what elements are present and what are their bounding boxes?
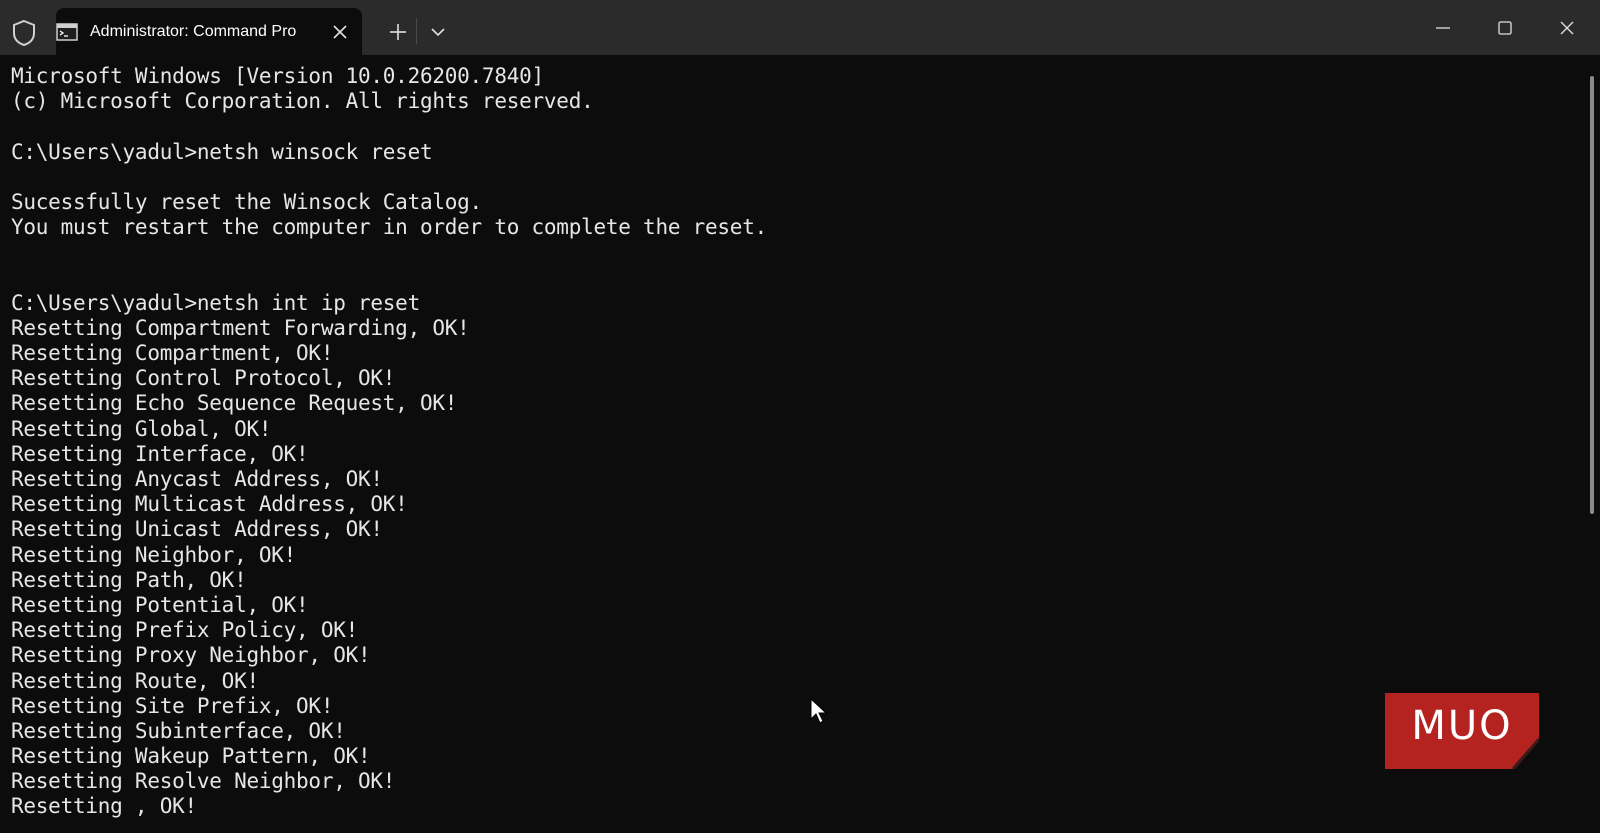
terminal-line: Resetting Unicast Address, OK! bbox=[11, 517, 383, 542]
terminal-line: Resetting Interface, OK! bbox=[11, 441, 309, 466]
close-icon bbox=[1560, 21, 1574, 35]
terminal-line: Resetting Path, OK! bbox=[11, 567, 247, 592]
watermark-logo: MUO bbox=[1385, 693, 1539, 769]
terminal-line: Resetting Proxy Neighbor, OK! bbox=[11, 643, 371, 668]
maximize-button[interactable] bbox=[1474, 0, 1536, 55]
terminal-output[interactable]: Microsoft Windows [Version 10.0.26200.78… bbox=[11, 64, 1551, 833]
terminal-line: Resetting Compartment, OK! bbox=[11, 341, 334, 366]
terminal-line: Resetting Subinterface, OK! bbox=[11, 718, 346, 743]
terminal-line: Resetting Site Prefix, OK! bbox=[11, 693, 334, 718]
terminal-line: Resetting Prefix Policy, OK! bbox=[11, 618, 359, 643]
maximize-icon bbox=[1498, 21, 1512, 35]
title-bar[interactable]: Administrator: Command Pro bbox=[0, 0, 1600, 55]
terminal-line: Resetting Control Protocol, OK! bbox=[11, 366, 396, 391]
terminal-line: Resetting Anycast Address, OK! bbox=[11, 467, 383, 491]
terminal-line: Resetting Wakeup Pattern, OK! bbox=[11, 744, 371, 769]
terminal-line: Resetting Resolve Neighbor, OK! bbox=[11, 769, 396, 794]
terminal-line: Resetting Multicast Address, OK! bbox=[11, 492, 408, 517]
terminal-line: Resetting Echo Sequence Request, OK! bbox=[11, 391, 458, 416]
logo-slash-icon bbox=[1511, 738, 1539, 769]
close-icon[interactable] bbox=[332, 24, 348, 40]
terminal-line: Resetting Global, OK! bbox=[11, 416, 272, 441]
terminal-line: Resetting Compartment Forwarding, OK! bbox=[11, 315, 470, 340]
tab-command-prompt[interactable]: Administrator: Command Pro bbox=[56, 8, 362, 55]
command-prompt-icon bbox=[56, 23, 78, 41]
terminal-line: Resetting Route, OK! bbox=[11, 668, 259, 693]
tab-divider bbox=[416, 18, 417, 44]
terminal-line: Microsoft Windows [Version 10.0.26200.78… bbox=[11, 64, 544, 88]
chevron-down-icon[interactable] bbox=[430, 26, 446, 38]
mouse-pointer-icon bbox=[810, 697, 828, 724]
terminal-line: C:\Users\yadul>netsh winsock reset bbox=[11, 139, 433, 164]
plus-icon[interactable] bbox=[388, 22, 408, 42]
minimize-button[interactable] bbox=[1412, 0, 1474, 55]
terminal-line: Resetting , OK! bbox=[11, 794, 197, 819]
terminal-line: (c) Microsoft Corporation. All rights re… bbox=[11, 89, 594, 114]
terminal-line: Resetting Potential, OK! bbox=[11, 592, 309, 617]
minimize-icon bbox=[1436, 27, 1450, 29]
tab-title: Administrator: Command Pro bbox=[90, 23, 297, 40]
close-window-button[interactable] bbox=[1536, 0, 1598, 55]
terminal-line: Sucessfully reset the Winsock Catalog. bbox=[11, 189, 482, 214]
terminal-line: C:\Users\yadul>netsh int ip reset bbox=[11, 290, 420, 315]
terminal-line: Resetting Neighbor, OK! bbox=[11, 542, 297, 567]
shield-icon bbox=[13, 19, 35, 47]
terminal-line: You must restart the computer in order t… bbox=[11, 215, 767, 240]
scrollbar-thumb[interactable] bbox=[1590, 76, 1594, 514]
terminal-window: Administrator: Command Pro Microsoft Win… bbox=[0, 0, 1600, 833]
